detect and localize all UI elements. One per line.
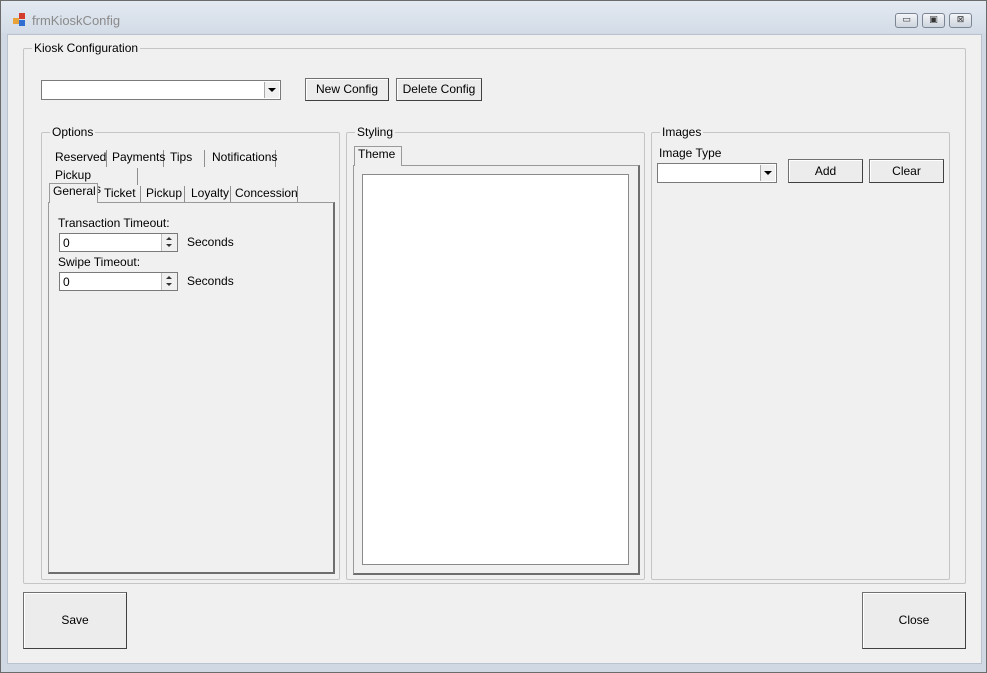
maximize-button[interactable]: ▣ — [922, 13, 945, 28]
images-label: Images — [660, 125, 704, 139]
close-button[interactable]: Close — [862, 592, 966, 649]
spin-up-icon[interactable] — [166, 237, 172, 240]
tab-loyalty[interactable]: Loyalty — [188, 186, 231, 203]
chevron-down-icon[interactable] — [264, 82, 279, 98]
images-group: Images Image Type Add Clear — [651, 125, 950, 580]
swipe-timeout-label: Swipe Timeout: — [58, 255, 141, 269]
tab-reserved[interactable]: Reserved — [52, 150, 107, 167]
tab-notifications[interactable]: Notifications — [209, 150, 277, 167]
tab-payments[interactable]: Payments — [109, 150, 165, 167]
styling-label: Styling — [355, 125, 396, 139]
spin-up-icon[interactable] — [166, 276, 172, 279]
image-type-label: Image Type — [659, 146, 722, 160]
config-select[interactable] — [41, 80, 281, 100]
swipe-timeout-stepper[interactable]: 0 — [59, 272, 178, 291]
tab-pickup[interactable]: Pickup — [143, 186, 185, 203]
theme-tab-page — [353, 165, 640, 575]
styling-group: Styling Theme — [346, 125, 645, 580]
save-button[interactable]: Save — [23, 592, 127, 649]
delete-config-button[interactable]: Delete Config — [396, 78, 482, 101]
clear-images-button[interactable]: Clear — [869, 159, 944, 183]
minimize-button[interactable]: ▭ — [895, 13, 918, 28]
tab-ticket[interactable]: Ticket — [101, 186, 141, 203]
swipe-timeout-value: 0 — [63, 275, 70, 289]
minimize-icon: ▭ — [902, 15, 911, 25]
tab-concession[interactable]: Concession — [232, 186, 298, 203]
tab-tips[interactable]: Tips — [167, 150, 205, 167]
theme-panel[interactable] — [362, 174, 629, 565]
swipe-timeout-unit: Seconds — [187, 274, 234, 288]
stepper-arrows[interactable] — [161, 234, 177, 251]
spin-down-icon[interactable] — [166, 283, 172, 286]
app-icon — [13, 13, 27, 27]
spin-down-icon[interactable] — [166, 244, 172, 247]
options-group: Options Reserved Payments Tips Notificat… — [41, 125, 340, 580]
transaction-timeout-value: 0 — [63, 236, 70, 250]
client-area: Kiosk Configuration New Config Delete Co… — [7, 34, 982, 664]
maximize-icon: ▣ — [929, 15, 938, 25]
tab-general[interactable]: General — [49, 183, 98, 203]
options-label: Options — [50, 125, 96, 139]
kiosk-configuration-label: Kiosk Configuration — [32, 41, 141, 55]
transaction-timeout-stepper[interactable]: 0 — [59, 233, 178, 252]
kiosk-configuration-group: Kiosk Configuration New Config Delete Co… — [23, 41, 966, 584]
close-window-button[interactable]: ⊠ — [949, 13, 972, 28]
transaction-timeout-label: Transaction Timeout: — [58, 216, 170, 230]
transaction-timeout-unit: Seconds — [187, 235, 234, 249]
title-bar: frmKioskConfig ▭ ▣ ⊠ — [1, 1, 986, 33]
chevron-down-icon[interactable] — [760, 165, 775, 181]
close-icon: ⊠ — [956, 15, 965, 25]
add-image-button[interactable]: Add — [788, 159, 863, 183]
window-title: frmKioskConfig — [32, 13, 121, 28]
new-config-button[interactable]: New Config — [305, 78, 389, 101]
window: frmKioskConfig ▭ ▣ ⊠ Kiosk Configuration… — [0, 0, 987, 673]
stepper-arrows[interactable] — [161, 273, 177, 290]
image-type-select[interactable] — [657, 163, 777, 183]
tab-theme[interactable]: Theme — [354, 146, 402, 166]
general-tab-page: Transaction Timeout: 0 Seconds Swipe Tim… — [48, 202, 335, 574]
